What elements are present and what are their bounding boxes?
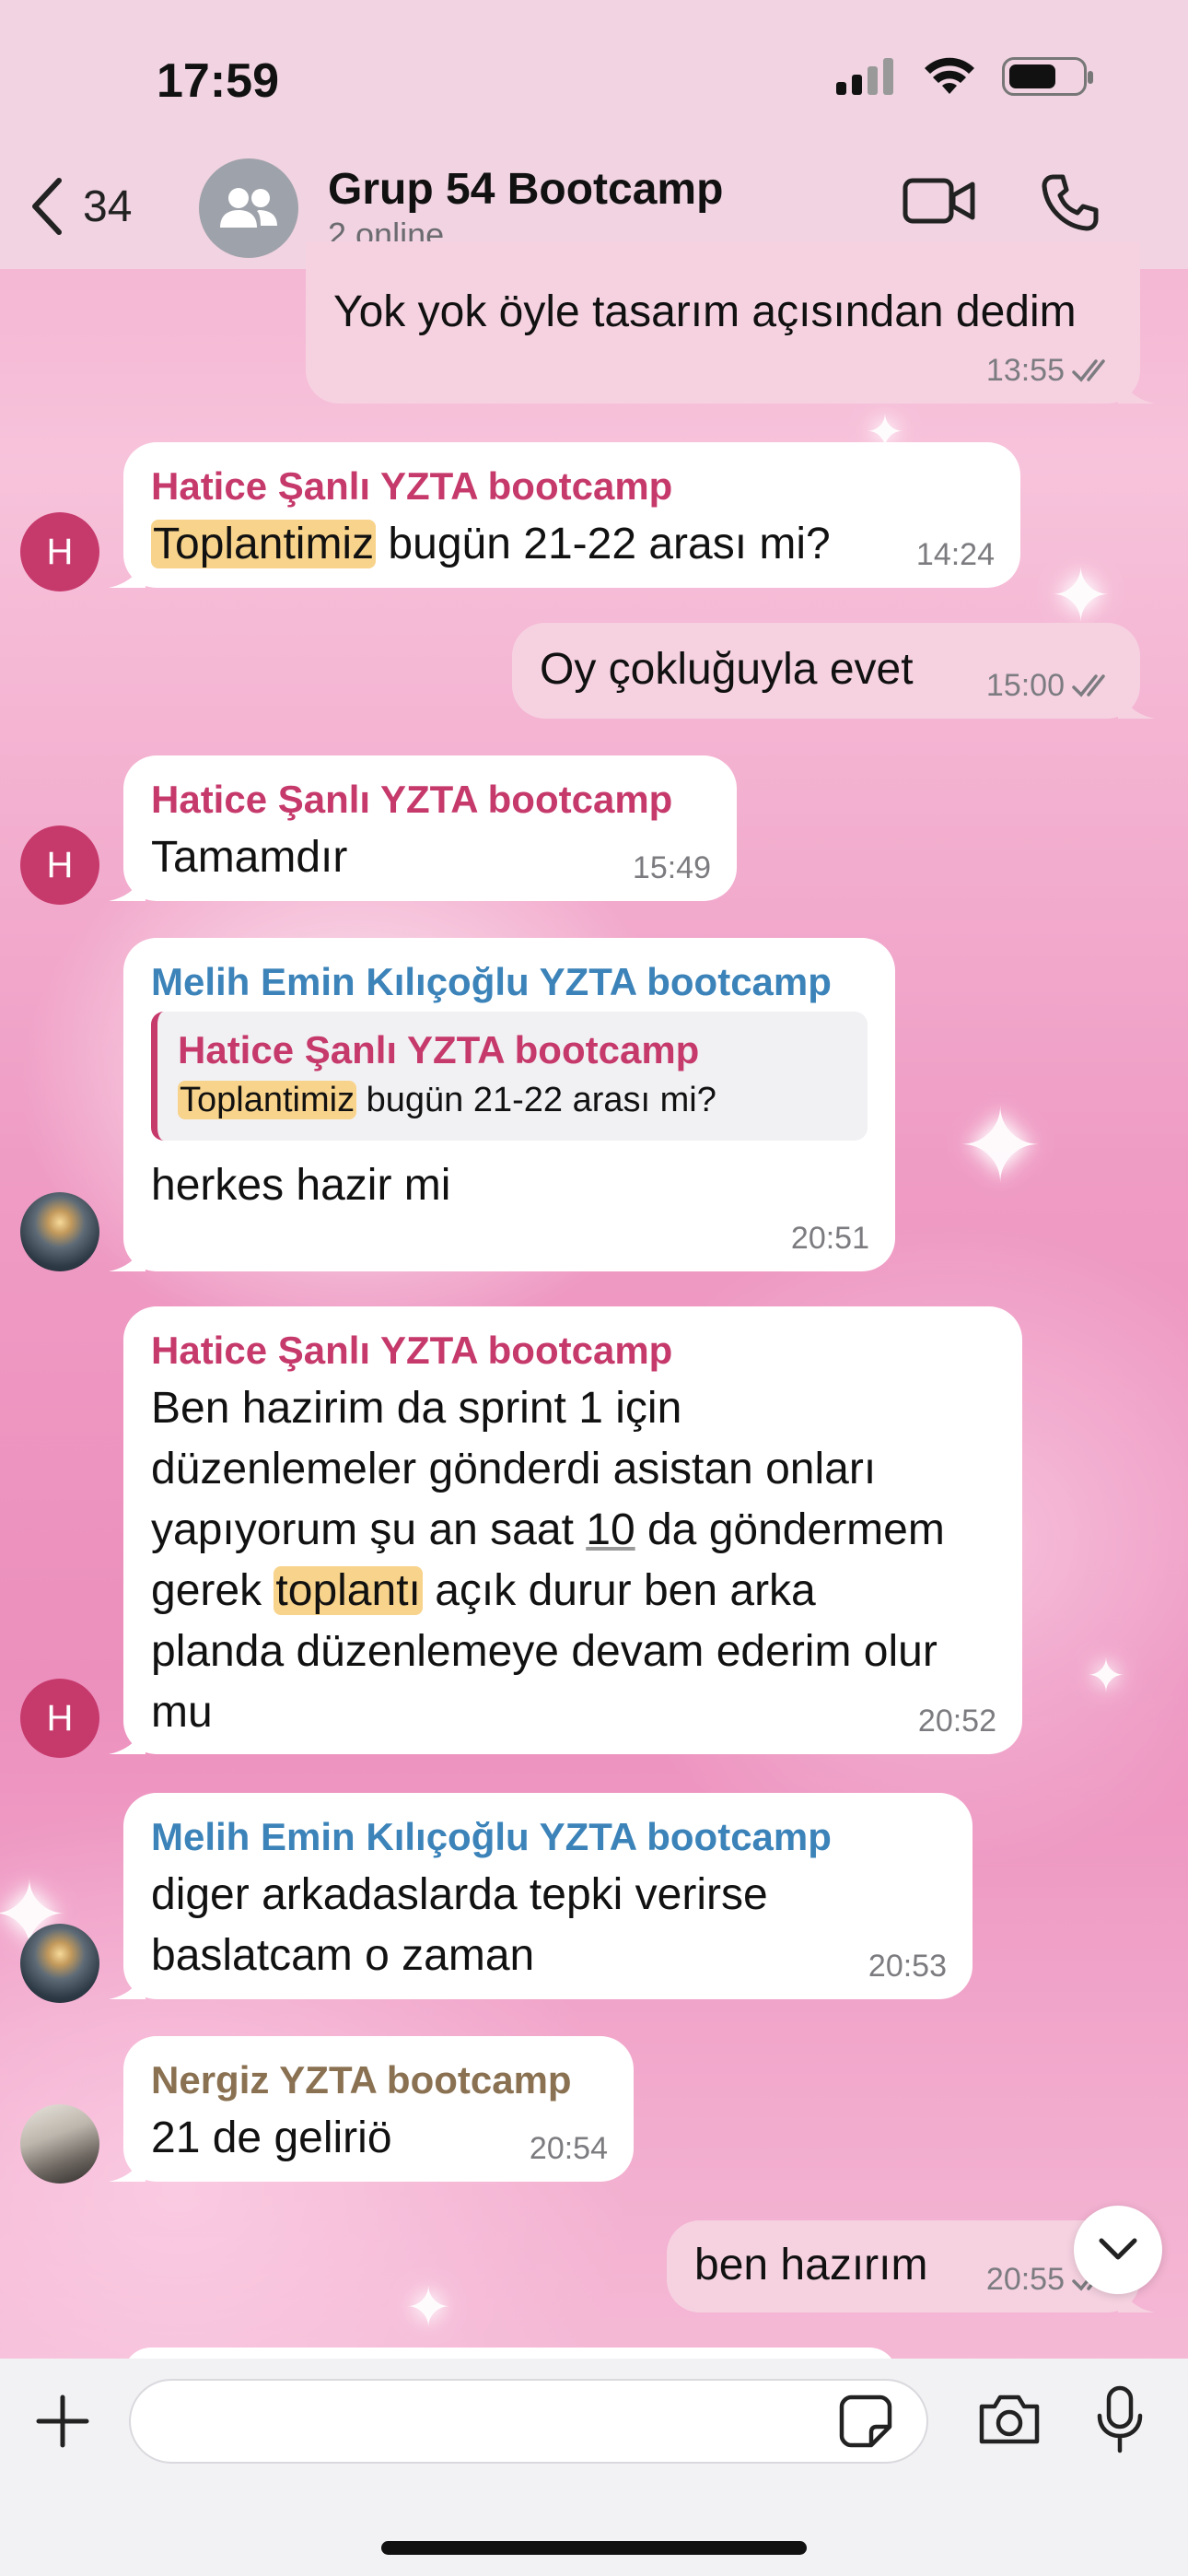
video-call-icon[interactable] (903, 175, 976, 227)
avatar[interactable]: H (20, 512, 99, 591)
message-time: 15:49 (632, 850, 711, 885)
message-sender[interactable]: Melih Emin Kılıçoğlu YZTA bootcamp (151, 1813, 945, 1861)
message-bubble-outgoing[interactable]: Yok yok öyle tasarım açısından dedim 13:… (306, 241, 1155, 404)
avatar[interactable]: H (20, 1679, 99, 1758)
chevron-left-icon (32, 178, 62, 235)
group-icon (220, 188, 277, 228)
wifi-icon (925, 57, 974, 94)
message-text: Yok yok öyle tasarım açısından dedim (333, 287, 1077, 336)
message-line: Ben hazirim da sprint 1 için (151, 1384, 682, 1433)
status-icons (836, 57, 1093, 96)
time-link[interactable]: 10 (586, 1505, 635, 1554)
message-time: 20:53 (868, 1949, 947, 1984)
phone-icon[interactable] (1041, 173, 1100, 232)
message-meta: 14:24 (916, 536, 995, 573)
message-meta: 15:49 (633, 849, 711, 886)
composer-bar (0, 2359, 1188, 2576)
battery-icon (1002, 57, 1093, 96)
chat-title[interactable]: Grup 54 Bootcamp (328, 164, 723, 215)
message-text: bugün 21-22 arası mi? (376, 520, 831, 568)
double-check-icon (1072, 674, 1105, 697)
message-meta: 20:52 (918, 1703, 996, 1739)
unread-count: 34 (83, 181, 133, 231)
message-bubble-incoming[interactable]: Hatice Şanlı YZTA bootcamp Toplantimiz b… (109, 442, 1020, 588)
scroll-to-bottom-button[interactable] (1074, 2206, 1162, 2294)
message-bubble-outgoing[interactable]: Oy çokluğuyla evet 15:00 (512, 623, 1155, 719)
message-bubble-incoming[interactable]: Nergiz YZTA bootcamp 21 de geliriö 20:54 (109, 2036, 634, 2182)
message-sender[interactable]: Hatice Şanlı YZTA bootcamp (151, 463, 993, 510)
reply-text: bugün 21-22 arası mi? (356, 1081, 716, 1119)
message-bubble-incoming[interactable]: Melih Emin Kılıçoğlu YZTA bootcamp diger… (109, 1793, 973, 1999)
message-meta: 13:55 (986, 352, 1114, 389)
group-avatar[interactable] (199, 158, 298, 258)
message-sender[interactable]: Hatice Şanlı YZTA bootcamp (151, 776, 709, 824)
message-meta: 15:00 (986, 667, 1114, 704)
message-line: baslatcam o zaman (151, 1931, 535, 1980)
message-bubble-incoming[interactable]: Hatice Şanlı YZTA bootcamp Ben hazirim d… (109, 1306, 1022, 1754)
message-time: 20:54 (529, 2131, 608, 2166)
camera-icon[interactable] (976, 2390, 1042, 2449)
avatar[interactable]: H (20, 825, 99, 905)
back-button[interactable]: 34 (29, 177, 132, 236)
message-sender[interactable]: Hatice Şanlı YZTA bootcamp (151, 1327, 995, 1375)
message-meta: 20:53 (868, 1948, 947, 1985)
message-meta: 20:54 (530, 2130, 608, 2167)
message-bubble-outgoing[interactable]: ben hazırım 20:55 (667, 2220, 1155, 2313)
sparkle-decoration: ✦ (958, 1087, 1043, 1205)
message-time: 15:00 (985, 668, 1065, 703)
message-line: yapıyorum şu an saat 10 da göndermem (151, 1505, 945, 1554)
message-line: diger arkadaslarda tepki verirse (151, 1870, 768, 1919)
avatar[interactable] (20, 2104, 99, 2184)
message-text: herkes hazir mi (151, 1161, 451, 1210)
sticker-icon[interactable] (838, 2394, 893, 2449)
home-indicator (381, 2541, 807, 2555)
message-sender[interactable]: Melih Emin Kılıçoğlu YZTA bootcamp (151, 958, 868, 1006)
message-meta: 20:51 (791, 1220, 869, 1257)
avatar[interactable] (20, 1192, 99, 1271)
message-time: 13:55 (985, 353, 1065, 388)
search-highlight: Toplantimiz (151, 520, 377, 568)
plus-icon[interactable] (33, 2392, 92, 2451)
message-bubble-incoming[interactable]: Hatice Şanlı YZTA bootcamp Tamamdır 15:4… (109, 755, 737, 901)
message-line: gerek toplantı açık durur ben arka (151, 1566, 816, 1615)
double-check-icon (1072, 359, 1105, 382)
sparkle-decoration: ✦ (405, 2276, 452, 2340)
status-time: 17:59 (157, 54, 279, 108)
message-bubble-incoming[interactable]: Melih Emin Kılıçoğlu YZTA bootcamp Hatic… (109, 938, 895, 1271)
message-text: Ben hazirim da sprint 1 için düzenlemele… (151, 1378, 995, 1743)
message-line: planda düzenlemeye devam ederim olur (151, 1627, 938, 1676)
search-highlight: Toplantimiz (178, 1081, 357, 1119)
signal-icon (836, 58, 893, 95)
avatar[interactable] (20, 1924, 99, 2003)
reply-sender: Hatice Şanlı YZTA bootcamp (178, 1028, 700, 1071)
chevron-down-icon (1099, 2238, 1137, 2260)
microphone-icon[interactable] (1092, 2384, 1147, 2454)
reply-quote[interactable]: Hatice Şanlı YZTA bootcamp Toplantimiz b… (151, 1012, 868, 1141)
chat-header: 17:59 34 Grup 54 Bootcamp 2 online (0, 0, 1188, 269)
message-time: 20:55 (985, 2262, 1065, 2297)
message-time: 20:52 (917, 1704, 996, 1739)
sparkle-decoration: ✦ (1087, 1649, 1125, 1703)
message-time: 20:51 (790, 1221, 869, 1256)
message-input[interactable] (129, 2379, 928, 2464)
message-text: Tamamdır (151, 833, 348, 882)
message-line: düzenlemeler gönderdi asistan onları (151, 1445, 877, 1493)
message-time: 14:24 (915, 537, 995, 572)
message-sender[interactable]: Nergiz YZTA bootcamp (151, 2056, 606, 2104)
message-line: mu (151, 1688, 213, 1737)
search-highlight: toplantı (274, 1566, 423, 1615)
